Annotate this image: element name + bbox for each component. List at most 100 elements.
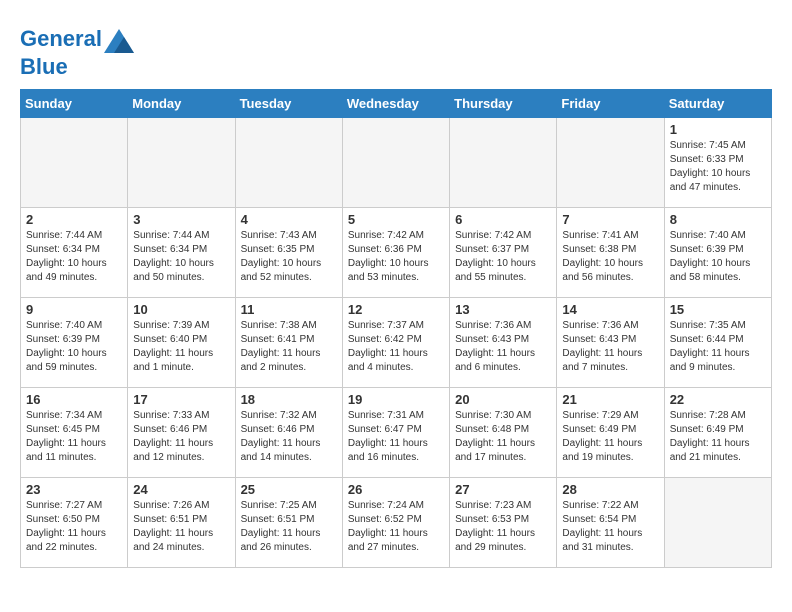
day-number: 21: [562, 392, 658, 407]
week-row-4: 16 Sunrise: 7:34 AM Sunset: 6:45 PM Dayli…: [21, 388, 772, 478]
day-number: 17: [133, 392, 229, 407]
calendar-cell: 26 Sunrise: 7:24 AM Sunset: 6:52 PM Dayli…: [342, 478, 449, 568]
day-info: Sunrise: 7:32 AM Sunset: 6:46 PM Dayligh…: [241, 409, 337, 465]
day-info: Sunrise: 7:45 AM Sunset: 6:33 PM Dayligh…: [670, 139, 766, 195]
day-info: Sunrise: 7:35 AM Sunset: 6:44 PM Dayligh…: [670, 319, 766, 375]
calendar-cell: 13 Sunrise: 7:36 AM Sunset: 6:43 PM Dayli…: [450, 298, 557, 388]
day-info: Sunrise: 7:28 AM Sunset: 6:49 PM Dayligh…: [670, 409, 766, 465]
weekday-header-tuesday: Tuesday: [235, 90, 342, 118]
day-number: 8: [670, 212, 766, 227]
day-number: 9: [26, 302, 122, 317]
day-number: 24: [133, 482, 229, 497]
day-info: Sunrise: 7:34 AM Sunset: 6:45 PM Dayligh…: [26, 409, 122, 465]
calendar-cell: [21, 118, 128, 208]
day-number: 15: [670, 302, 766, 317]
calendar-cell: 12 Sunrise: 7:37 AM Sunset: 6:42 PM Dayli…: [342, 298, 449, 388]
day-info: Sunrise: 7:25 AM Sunset: 6:51 PM Dayligh…: [241, 499, 337, 555]
day-number: 13: [455, 302, 551, 317]
calendar-cell: [557, 118, 664, 208]
calendar-cell: 10 Sunrise: 7:39 AM Sunset: 6:40 PM Dayli…: [128, 298, 235, 388]
calendar-cell: 17 Sunrise: 7:33 AM Sunset: 6:46 PM Dayli…: [128, 388, 235, 478]
day-info: Sunrise: 7:40 AM Sunset: 6:39 PM Dayligh…: [670, 229, 766, 285]
calendar-cell: [128, 118, 235, 208]
day-info: Sunrise: 7:41 AM Sunset: 6:38 PM Dayligh…: [562, 229, 658, 285]
day-number: 10: [133, 302, 229, 317]
day-number: 22: [670, 392, 766, 407]
day-number: 23: [26, 482, 122, 497]
calendar-cell: 24 Sunrise: 7:26 AM Sunset: 6:51 PM Dayli…: [128, 478, 235, 568]
day-info: Sunrise: 7:23 AM Sunset: 6:53 PM Dayligh…: [455, 499, 551, 555]
weekday-header-friday: Friday: [557, 90, 664, 118]
logo: General Blue: [20, 25, 134, 79]
calendar-cell: 16 Sunrise: 7:34 AM Sunset: 6:45 PM Dayli…: [21, 388, 128, 478]
day-number: 26: [348, 482, 444, 497]
day-info: Sunrise: 7:42 AM Sunset: 6:37 PM Dayligh…: [455, 229, 551, 285]
calendar-cell: 18 Sunrise: 7:32 AM Sunset: 6:46 PM Dayli…: [235, 388, 342, 478]
calendar-cell: 4Sunrise: 7:43 AM Sunset: 6:35 PM Daylig…: [235, 208, 342, 298]
weekday-header-sunday: Sunday: [21, 90, 128, 118]
day-number: 1: [670, 122, 766, 137]
calendar-cell: 15 Sunrise: 7:35 AM Sunset: 6:44 PM Dayli…: [664, 298, 771, 388]
day-info: Sunrise: 7:29 AM Sunset: 6:49 PM Dayligh…: [562, 409, 658, 465]
calendar-cell: 25 Sunrise: 7:25 AM Sunset: 6:51 PM Dayli…: [235, 478, 342, 568]
calendar-cell: 27 Sunrise: 7:23 AM Sunset: 6:53 PM Dayli…: [450, 478, 557, 568]
day-info: Sunrise: 7:39 AM Sunset: 6:40 PM Dayligh…: [133, 319, 229, 375]
day-info: Sunrise: 7:22 AM Sunset: 6:54 PM Dayligh…: [562, 499, 658, 555]
week-row-3: 9 Sunrise: 7:40 AM Sunset: 6:39 PM Daylig…: [21, 298, 772, 388]
day-number: 28: [562, 482, 658, 497]
weekday-header-wednesday: Wednesday: [342, 90, 449, 118]
calendar-cell: 2 Sunrise: 7:44 AM Sunset: 6:34 PM Daylig…: [21, 208, 128, 298]
day-info: Sunrise: 7:31 AM Sunset: 6:47 PM Dayligh…: [348, 409, 444, 465]
day-number: 7: [562, 212, 658, 227]
calendar-table: SundayMondayTuesdayWednesdayThursdayFrid…: [20, 89, 772, 568]
day-info: Sunrise: 7:36 AM Sunset: 6:43 PM Dayligh…: [562, 319, 658, 375]
day-number: 18: [241, 392, 337, 407]
weekday-header-saturday: Saturday: [664, 90, 771, 118]
day-number: 4: [241, 212, 337, 227]
calendar-cell: 21 Sunrise: 7:29 AM Sunset: 6:49 PM Dayli…: [557, 388, 664, 478]
calendar-cell: 7 Sunrise: 7:41 AM Sunset: 6:38 PM Daylig…: [557, 208, 664, 298]
calendar-cell: 19 Sunrise: 7:31 AM Sunset: 6:47 PM Dayli…: [342, 388, 449, 478]
logo-text: General Blue: [20, 25, 134, 79]
weekday-header-thursday: Thursday: [450, 90, 557, 118]
day-number: 25: [241, 482, 337, 497]
calendar-cell: 8 Sunrise: 7:40 AM Sunset: 6:39 PM Daylig…: [664, 208, 771, 298]
calendar-cell: [664, 478, 771, 568]
calendar-cell: 5 Sunrise: 7:42 AM Sunset: 6:36 PM Daylig…: [342, 208, 449, 298]
day-number: 16: [26, 392, 122, 407]
calendar-cell: [450, 118, 557, 208]
day-number: 5: [348, 212, 444, 227]
day-info: Sunrise: 7:44 AM Sunset: 6:34 PM Dayligh…: [26, 229, 122, 285]
day-number: 27: [455, 482, 551, 497]
calendar-cell: 20Sunrise: 7:30 AM Sunset: 6:48 PM Dayli…: [450, 388, 557, 478]
calendar-cell: 3 Sunrise: 7:44 AM Sunset: 6:34 PM Daylig…: [128, 208, 235, 298]
calendar-cell: 14 Sunrise: 7:36 AM Sunset: 6:43 PM Dayli…: [557, 298, 664, 388]
day-number: 3: [133, 212, 229, 227]
day-number: 12: [348, 302, 444, 317]
calendar-cell: 1 Sunrise: 7:45 AM Sunset: 6:33 PM Daylig…: [664, 118, 771, 208]
calendar-cell: 22 Sunrise: 7:28 AM Sunset: 6:49 PM Dayli…: [664, 388, 771, 478]
day-number: 6: [455, 212, 551, 227]
day-number: 2: [26, 212, 122, 227]
calendar-cell: 23Sunrise: 7:27 AM Sunset: 6:50 PM Dayli…: [21, 478, 128, 568]
week-row-2: 2 Sunrise: 7:44 AM Sunset: 6:34 PM Daylig…: [21, 208, 772, 298]
calendar-cell: 6 Sunrise: 7:42 AM Sunset: 6:37 PM Daylig…: [450, 208, 557, 298]
week-row-1: 1 Sunrise: 7:45 AM Sunset: 6:33 PM Daylig…: [21, 118, 772, 208]
day-info: Sunrise: 7:33 AM Sunset: 6:46 PM Dayligh…: [133, 409, 229, 465]
calendar-cell: 28 Sunrise: 7:22 AM Sunset: 6:54 PM Dayli…: [557, 478, 664, 568]
calendar-cell: 9 Sunrise: 7:40 AM Sunset: 6:39 PM Daylig…: [21, 298, 128, 388]
day-info: Sunrise: 7:37 AM Sunset: 6:42 PM Dayligh…: [348, 319, 444, 375]
day-info: Sunrise: 7:24 AM Sunset: 6:52 PM Dayligh…: [348, 499, 444, 555]
day-info: Sunrise: 7:26 AM Sunset: 6:51 PM Dayligh…: [133, 499, 229, 555]
day-number: 14: [562, 302, 658, 317]
day-number: 19: [348, 392, 444, 407]
day-info: Sunrise: 7:36 AM Sunset: 6:43 PM Dayligh…: [455, 319, 551, 375]
day-info: Sunrise: 7:40 AM Sunset: 6:39 PM Dayligh…: [26, 319, 122, 375]
page-header: General Blue: [20, 20, 772, 79]
calendar-cell: 11Sunrise: 7:38 AM Sunset: 6:41 PM Dayli…: [235, 298, 342, 388]
day-info: Sunrise: 7:44 AM Sunset: 6:34 PM Dayligh…: [133, 229, 229, 285]
week-row-5: 23Sunrise: 7:27 AM Sunset: 6:50 PM Dayli…: [21, 478, 772, 568]
calendar-cell: [342, 118, 449, 208]
day-number: 11: [241, 302, 337, 317]
day-info: Sunrise: 7:42 AM Sunset: 6:36 PM Dayligh…: [348, 229, 444, 285]
